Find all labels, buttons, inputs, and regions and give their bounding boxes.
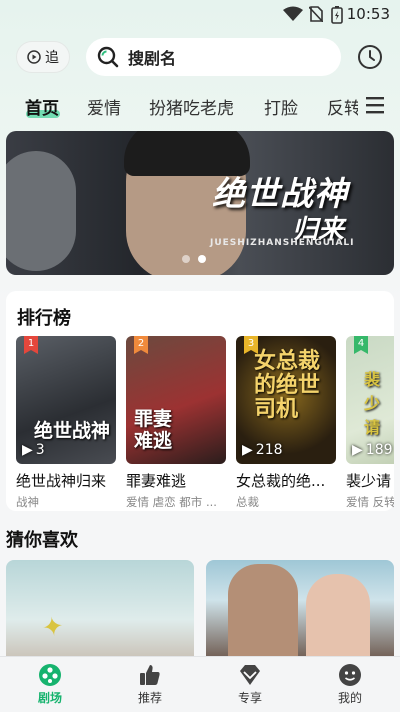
recommend-card-figure [228, 564, 298, 660]
wifi-icon [283, 6, 303, 21]
poster-title: 绝世战神 [34, 420, 111, 442]
poster-title: 裴少请 [364, 370, 381, 437]
poster: 4 裴少请 ▶ 189 [346, 336, 394, 464]
play-circle-icon [27, 50, 41, 64]
tab-home[interactable]: 首页 [25, 94, 59, 119]
poster-title: 女总裁的绝世司机 [254, 349, 321, 422]
nav-exclusive[interactable]: 专享 [200, 657, 300, 712]
rank-badge: 2 [134, 336, 148, 354]
status-bar: 10:53 [0, 0, 400, 28]
rank-tags: 爱情 反转 [346, 495, 394, 509]
banner-figure-left [6, 151, 76, 271]
rank-tags: 战神 [16, 495, 39, 509]
banner-pagination [182, 255, 206, 263]
theater-icon [39, 664, 61, 686]
nav-profile-label: 我的 [337, 691, 362, 705]
recommend-card[interactable] [206, 560, 394, 660]
play-icon: ▶ [352, 442, 363, 458]
banner-dot[interactable] [182, 255, 190, 263]
follow-label: 追 [45, 50, 59, 66]
follow-button[interactable]: 追 [16, 41, 70, 73]
history-clock-icon[interactable] [357, 44, 383, 70]
poster: 1 绝世战神 ▶ 3 [16, 336, 116, 464]
play-count-value: 189 [365, 442, 393, 458]
nav-theater[interactable]: 剧场 [0, 657, 100, 712]
play-count: ▶ 3 [22, 442, 45, 458]
play-count: ▶ 189 [352, 442, 393, 458]
rank-name: 绝世战神归来 [16, 472, 107, 490]
banner-title: 绝世战神 [212, 174, 348, 213]
ranking-title: 排行榜 [17, 308, 71, 329]
nav-theater-label: 剧场 [37, 691, 62, 705]
rank-name: 罪妻难逃 [126, 472, 187, 490]
poster: 3 女总裁的绝世司机 ▶ 218 [236, 336, 336, 464]
poster: 2 罪妻难逃 [126, 336, 226, 464]
rank-badge: 4 [354, 336, 368, 354]
recommend-card[interactable]: ✦ [6, 560, 194, 660]
tab-underdog[interactable]: 扮猪吃老虎 [149, 94, 234, 119]
search-placeholder: 搜剧名 [128, 49, 177, 68]
recommend-card-art: ✦ [40, 611, 66, 645]
banner-pinyin: JUESHIZHANSHENGUIALI [210, 238, 355, 248]
play-count-value: 3 [35, 442, 45, 458]
play-count-value: 218 [255, 442, 283, 458]
category-tabs: 首页 爱情 扮猪吃老虎 打脸 反转 [0, 88, 358, 124]
tab-face-slap[interactable]: 打脸 [264, 94, 298, 119]
status-time: 10:53 [346, 5, 390, 23]
play-count: ▶ 218 [242, 442, 283, 458]
ranking-item[interactable]: 4 裴少请 ▶ 189 裴少请 爱情 反转 [346, 336, 394, 510]
play-icon: ▶ [242, 442, 253, 458]
tab-reversal[interactable]: 反转 [327, 94, 358, 119]
poster-title: 罪妻难逃 [134, 408, 173, 452]
featured-banner[interactable]: 绝世战神 归来 JUESHIZHANSHENGUIALI [6, 131, 394, 275]
ranking-list: 1 绝世战神 ▶ 3 绝世战神归来 战神 2 罪妻难逃 罪妻难逃 爱情 虐恋 都市… [6, 330, 394, 510]
play-icon: ▶ [22, 442, 33, 458]
profile-icon [339, 664, 361, 686]
no-sim-icon [309, 6, 323, 22]
nav-recommend[interactable]: 推荐 [100, 657, 200, 712]
battery-icon [331, 6, 343, 24]
search-icon [97, 46, 119, 68]
tab-romance[interactable]: 爱情 [87, 94, 121, 119]
thumb-up-icon [140, 665, 160, 685]
search-input[interactable]: 搜剧名 [86, 38, 341, 76]
bottom-navigation: 剧场 推荐 专享 我的 [0, 656, 400, 712]
rank-name: 女总裁的绝... [236, 472, 326, 490]
recommend-card-figure [306, 574, 370, 660]
diamond-icon [240, 665, 260, 685]
rank-name: 裴少请 [346, 472, 392, 490]
ranking-item[interactable]: 3 女总裁的绝世司机 ▶ 218 女总裁的绝... 总裁 [236, 336, 336, 510]
rank-tags: 总裁 [236, 495, 259, 509]
rank-tags: 爱情 虐恋 都市 ... [126, 495, 217, 509]
ranking-item[interactable]: 1 绝世战神 ▶ 3 绝世战神归来 战神 [16, 336, 116, 510]
nav-recommend-label: 推荐 [137, 691, 162, 705]
nav-exclusive-label: 专享 [237, 691, 262, 705]
rank-badge: 1 [24, 336, 38, 354]
ranking-item[interactable]: 2 罪妻难逃 罪妻难逃 爱情 虐恋 都市 ... [126, 336, 226, 510]
banner-dot-active[interactable] [198, 255, 206, 263]
nav-profile[interactable]: 我的 [300, 657, 400, 712]
menu-icon[interactable] [364, 94, 386, 116]
guess-title: 猜你喜欢 [6, 530, 78, 551]
